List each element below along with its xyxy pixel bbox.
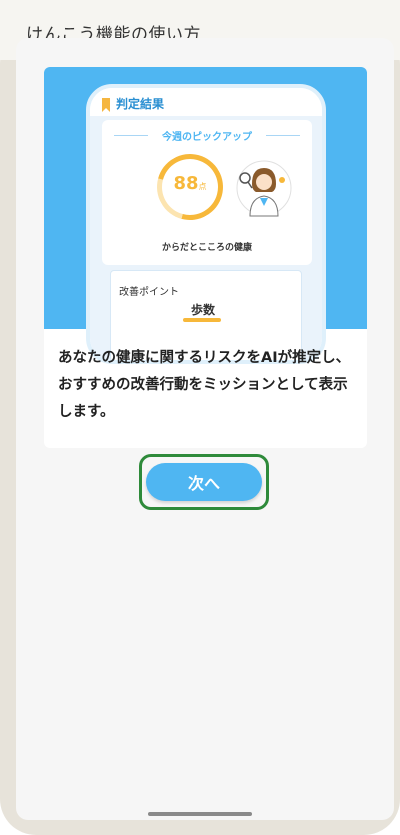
score-display: 88点 bbox=[157, 173, 223, 194]
improvement-value: 歩数 bbox=[191, 303, 216, 317]
doctor-illustration-icon bbox=[236, 160, 292, 217]
result-title: 判定結果 bbox=[116, 97, 165, 111]
improvement-label: 改善ポイント bbox=[119, 287, 179, 298]
phone-header: 判定結果 bbox=[90, 88, 322, 118]
score-unit: 点 bbox=[198, 182, 207, 191]
phone-mockup: 判定結果 今週のピックアップ 88点 からだとこころの健康 改善ポイント 歩数 bbox=[86, 84, 326, 364]
tutorial-description: あなたの健康に関するリスクをAIが推定し、おすすめの改善行動をミッションとして表… bbox=[58, 350, 351, 420]
pickup-card: 今週のピックアップ 88点 からだとこころの健康 bbox=[102, 120, 312, 265]
home-indicator bbox=[148, 812, 252, 816]
tutorial-illustration: 判定結果 今週のピックアップ 88点 からだとこころの健康 改善ポイント 歩数 bbox=[44, 67, 367, 364]
highlight-underline bbox=[183, 318, 221, 322]
next-button[interactable]: 次へ bbox=[146, 463, 262, 501]
bookmark-icon bbox=[102, 98, 110, 112]
tutorial-card: 判定結果 今週のピックアップ 88点 からだとこころの健康 改善ポイント 歩数 … bbox=[44, 67, 367, 448]
phone-body: 今週のピックアップ 88点 からだとこころの健康 改善ポイント 歩数 bbox=[90, 116, 322, 360]
pickup-caption: からだとこころの健康 bbox=[161, 243, 252, 253]
pickup-title: 今週のピックアップ bbox=[162, 132, 252, 143]
score-value: 88 bbox=[173, 173, 199, 194]
